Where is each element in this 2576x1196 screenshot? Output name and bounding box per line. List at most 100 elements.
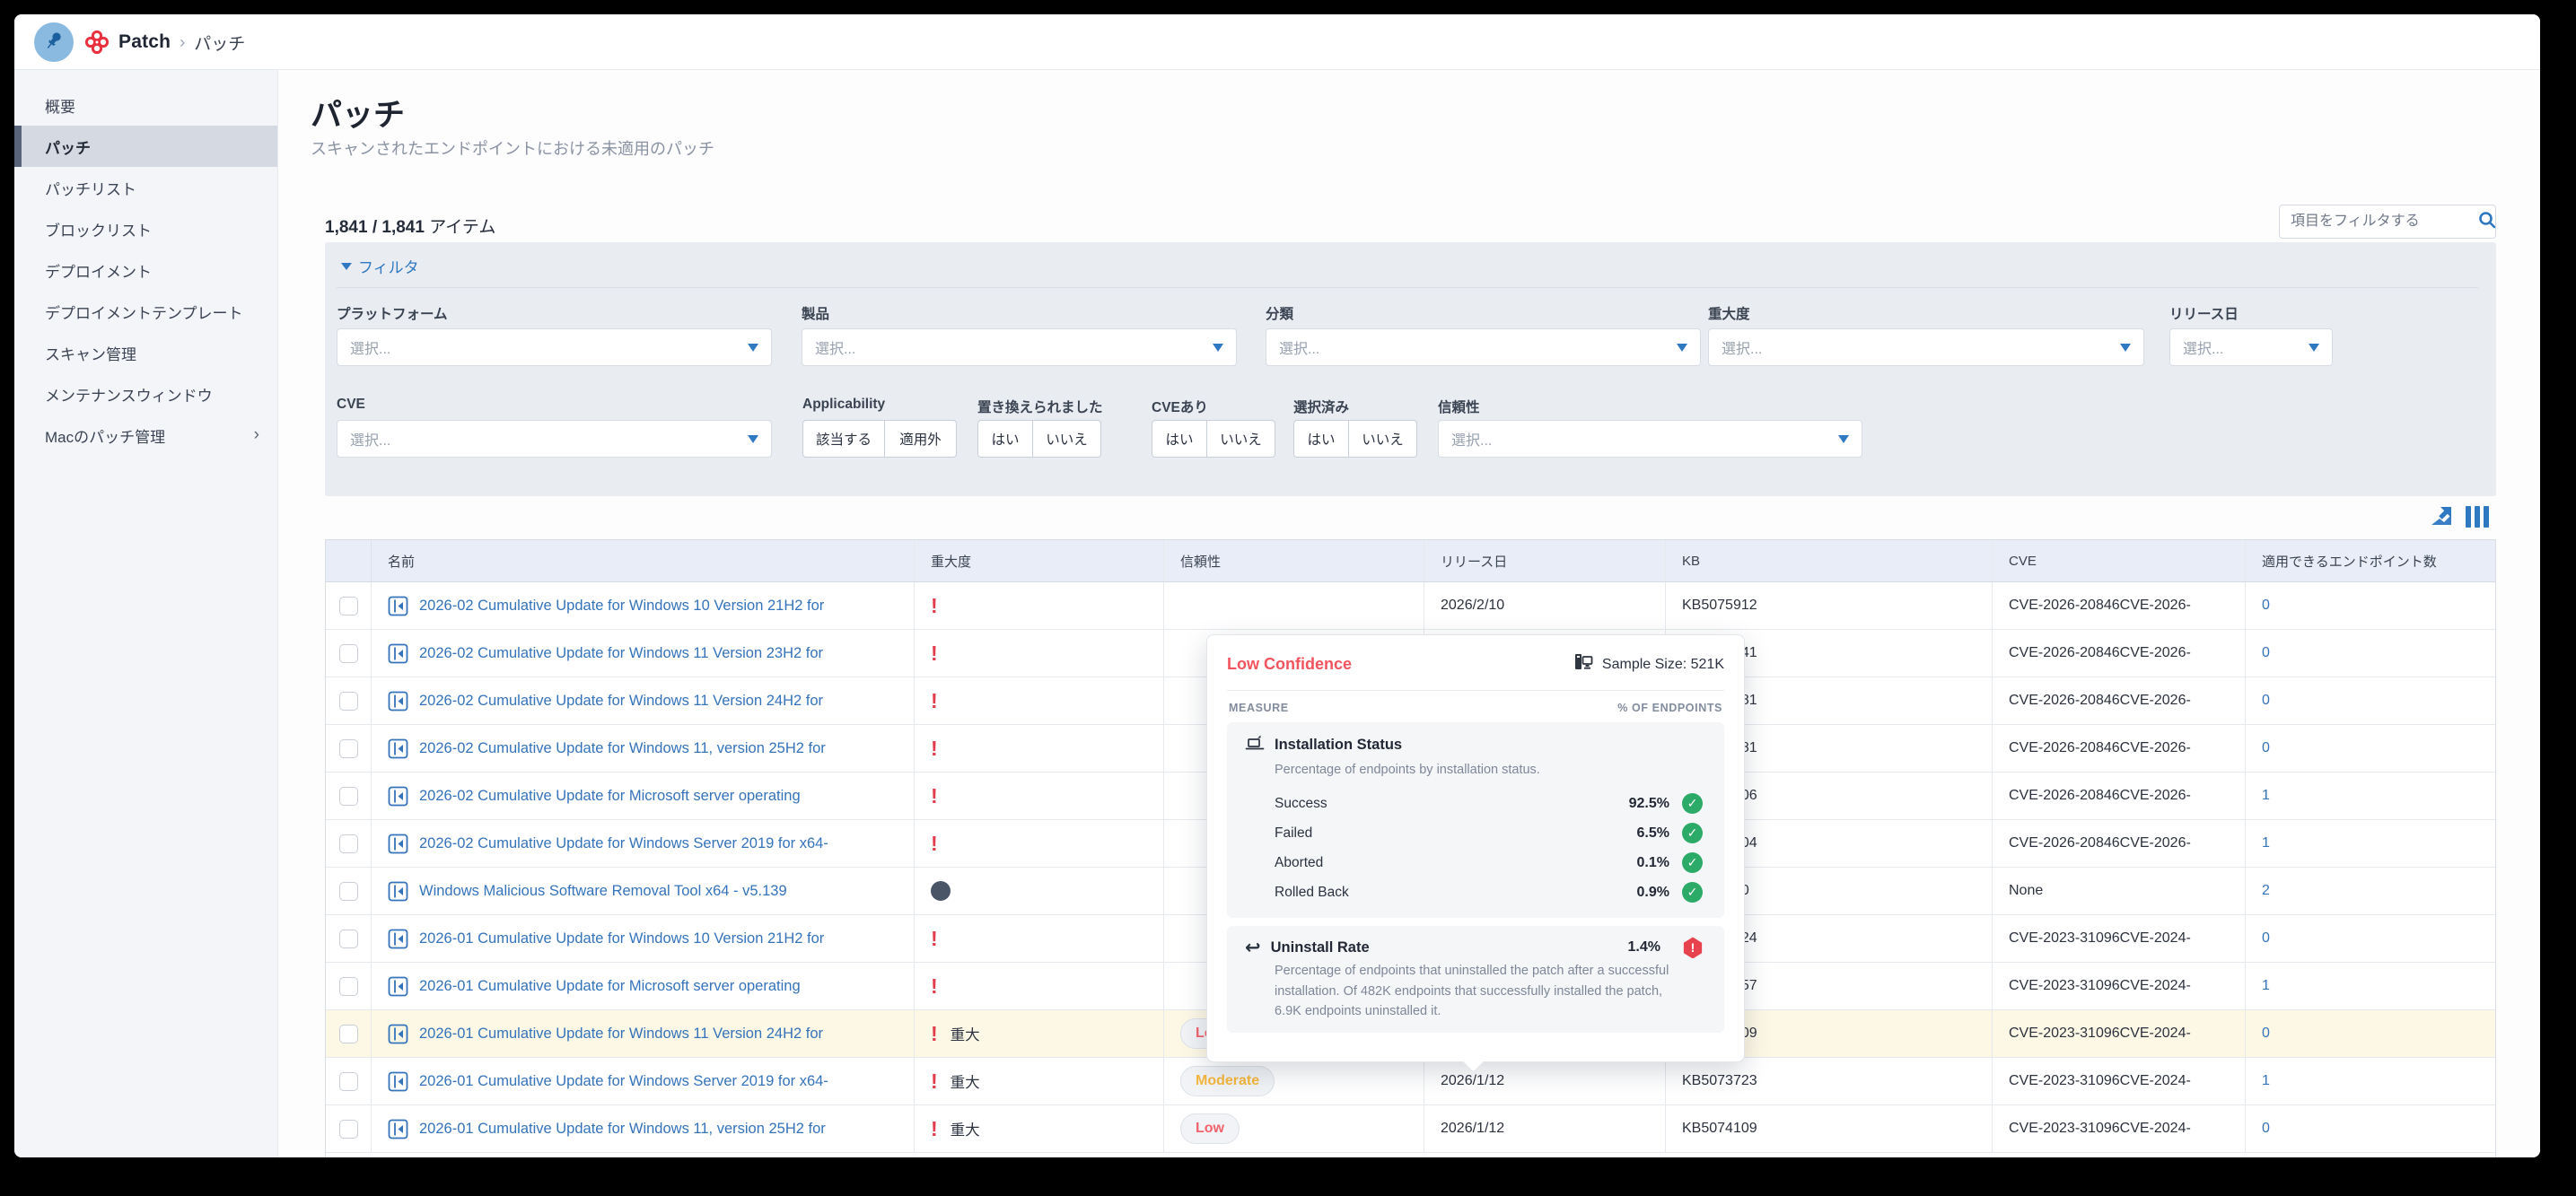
filter-collapse-toggle[interactable]: フィルタ [341,255,419,277]
search-icon[interactable] [2476,209,2498,235]
measure-label: Rolled Back [1275,885,1637,901]
applicable-endpoints-link[interactable]: 0 [2262,930,2270,947]
select-placeholder: 選択... [350,336,390,358]
patch-name-link[interactable]: 2026-02 Cumulative Update for Windows 11… [419,740,826,757]
sidebar-item-メンテナンスウィンドウ[interactable]: メンテナンスウィンドウ [14,373,277,415]
filter-select-confidence[interactable]: 選択... [1438,420,1862,458]
patch-name-link[interactable]: 2026-01 Cumulative Update for Windows 11… [419,1121,826,1138]
column-header-name[interactable]: 名前 [371,540,914,581]
toggle-has-cve-yes[interactable]: はい [1152,420,1207,458]
row-checkbox[interactable] [339,977,358,996]
cve-list: CVE-2023-31096CVE-2024- [2009,1121,2191,1137]
uninstall-rate-value: 1.4% [1628,939,1660,956]
export-icon[interactable] [2428,503,2455,530]
applicable-endpoints-link[interactable]: 0 [2262,645,2270,661]
patch-name-link[interactable]: 2026-02 Cumulative Update for Windows Se… [419,835,828,852]
sidebar-item-概要[interactable]: 概要 [14,84,277,126]
patch-name-link[interactable]: 2026-02 Cumulative Update for Windows 11… [419,645,823,662]
applicable-endpoints-link[interactable]: 1 [2262,788,2270,804]
breadcrumb-app-name[interactable]: Patch [118,31,171,53]
filter-select-severity[interactable]: 選択... [1708,328,2144,366]
critical-severity-icon: ! [931,1119,938,1139]
patch-name-link[interactable]: 2026-02 Cumulative Update for Windows 11… [419,693,823,710]
patch-name-link[interactable]: 2026-01 Cumulative Update for Microsoft … [419,978,801,995]
row-checkbox[interactable] [339,597,358,615]
applicable-endpoints-link[interactable]: 0 [2262,1121,2270,1137]
table-header-row: 名前 重大度 信頼性 リリース日 KB CVE 適用できるエンドポイント数 [326,540,2495,582]
patch-window-icon [388,1071,408,1092]
sidebar-item-デプロイメントテンプレート[interactable]: デプロイメントテンプレート [14,291,277,332]
patch-name-link[interactable]: 2026-02 Cumulative Update for Windows 10… [419,598,824,615]
patch-name-link[interactable]: 2026-01 Cumulative Update for Windows 10… [419,930,824,947]
confidence-badge: Low [1180,1113,1240,1144]
caret-down-icon [748,344,758,352]
sidebar-item-パッチリスト[interactable]: パッチリスト [14,167,277,208]
row-checkbox[interactable] [339,930,358,948]
cve-list: None [2009,883,2043,899]
column-header-endpoints[interactable]: 適用できるエンドポイント数 [2245,540,2497,581]
toggle-applicable[interactable]: 該当する [802,420,885,458]
filter-select-cve[interactable]: 選択... [337,420,772,458]
column-header-severity[interactable]: 重大度 [914,540,1163,581]
installation-status-title: Installation Status [1275,737,1402,754]
search-input[interactable] [2291,214,2476,230]
patch-window-icon [388,881,408,902]
sidebar-item-label: メンテナンスウィンドウ [45,383,213,406]
filter-select-release-date[interactable]: 選択... [2169,328,2333,366]
filter-select-platform[interactable]: 選択... [337,328,772,366]
applicable-endpoints-link[interactable]: 1 [2262,978,2270,994]
applicable-endpoints-link[interactable]: 0 [2262,740,2270,756]
critical-severity-icon: ! [931,929,938,949]
filter-select-product[interactable]: 選択... [802,328,1237,366]
row-checkbox[interactable] [339,644,358,663]
applicable-endpoints-link[interactable]: 2 [2262,883,2270,899]
toggle-has-cve-no[interactable]: いいえ [1207,420,1275,458]
toggle-superseded-yes[interactable]: はい [977,420,1033,458]
row-checkbox[interactable] [339,739,358,758]
row-checkbox[interactable] [339,1072,358,1091]
applicable-endpoints-link[interactable]: 0 [2262,693,2270,709]
sidebar-item-パッチ[interactable]: パッチ [14,126,277,167]
applicable-endpoints-link[interactable]: 1 [2262,1073,2270,1089]
sidebar-item-label: パッチ [45,135,91,158]
patch-name-link[interactable]: 2026-01 Cumulative Update for Windows 11… [419,1026,823,1043]
sidebar-item-ブロックリスト[interactable]: ブロックリスト [14,208,277,249]
sidebar-item-Macのパッチ管理[interactable]: Macのパッチ管理 › [14,415,277,456]
pin-button[interactable] [34,22,74,62]
row-checkbox[interactable] [339,882,358,901]
column-header-confidence[interactable]: 信頼性 [1163,540,1424,581]
filter-select-classification[interactable]: 選択... [1266,328,1701,366]
patch-name-link[interactable]: Windows Malicious Software Removal Tool … [419,883,787,900]
table-row: 2026-02 Cumulative Update for Windows 10… [326,582,2495,630]
check-circle-icon: ✓ [1682,823,1703,843]
row-checkbox[interactable] [339,1120,358,1139]
column-header-cve[interactable]: CVE [1992,540,2245,581]
columns-icon[interactable] [2466,506,2489,528]
column-header-kb[interactable]: KB [1665,540,1992,581]
toggle-selected-yes[interactable]: はい [1293,420,1349,458]
cve-list: CVE-2023-31096CVE-2024- [2009,1026,2191,1042]
sidebar-item-デプロイメント[interactable]: デプロイメント [14,249,277,291]
row-checkbox[interactable] [339,1025,358,1043]
row-checkbox[interactable] [339,834,358,853]
applicable-endpoints-link[interactable]: 1 [2262,835,2270,851]
sidebar-item-スキャン管理[interactable]: スキャン管理 [14,332,277,373]
patch-window-icon [388,929,408,949]
desktop-computer-icon [1573,651,1594,677]
filter-toggle-has-cve: はい いいえ [1152,420,1275,458]
column-header-release-date[interactable]: リリース日 [1424,540,1665,581]
applicable-endpoints-link[interactable]: 0 [2262,598,2270,614]
toggle-not-applicable[interactable]: 適用外 [885,420,957,458]
applicable-endpoints-link[interactable]: 0 [2262,1026,2270,1042]
page-title: パッチ [311,90,405,135]
patch-name-link[interactable]: 2026-02 Cumulative Update for Microsoft … [419,788,801,805]
row-checkbox[interactable] [339,692,358,711]
toggle-superseded-no[interactable]: いいえ [1033,420,1101,458]
toggle-selected-no[interactable]: いいえ [1349,420,1417,458]
release-date: 2026/1/12 [1441,1121,1504,1137]
row-checkbox[interactable] [339,787,358,806]
sidebar: 概要 パッチ パッチリスト ブロックリスト デプロイメント デプロイメントテンプ… [14,70,278,1157]
caret-down-icon [1677,344,1687,352]
measure-value: 0.1% [1637,855,1669,871]
patch-name-link[interactable]: 2026-01 Cumulative Update for Windows Se… [419,1073,828,1090]
